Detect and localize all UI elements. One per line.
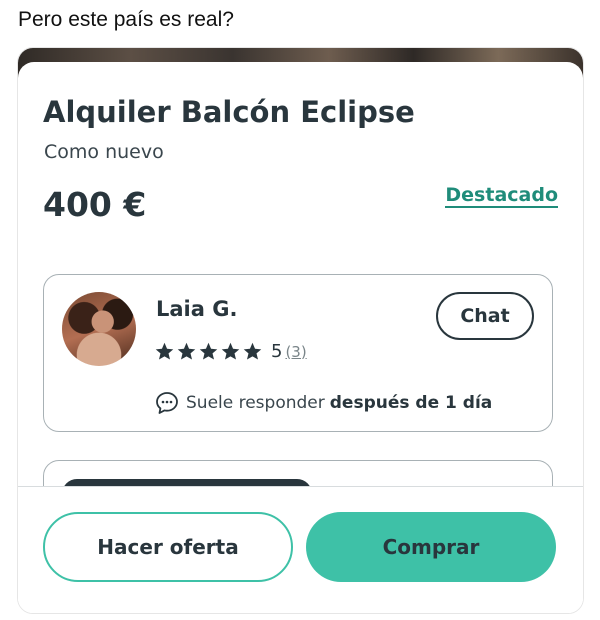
- rating-count-link[interactable]: (3): [285, 343, 306, 361]
- seller-name[interactable]: Laia G.: [156, 297, 237, 321]
- app-screenshot: Alquiler Balcón Eclipse Como nuevo 400 €…: [17, 47, 584, 614]
- response-time-value: después de 1 día: [329, 393, 493, 413]
- listing-condition: Como nuevo: [44, 141, 164, 163]
- star-icon: [243, 342, 262, 360]
- response-prefix: Suele responder: [186, 393, 325, 413]
- featured-link[interactable]: Destacado: [445, 184, 558, 208]
- star-icon: [199, 342, 218, 360]
- response-time: Suele responder después de 1 día: [154, 390, 492, 416]
- rating-stars: [154, 341, 263, 362]
- star-icon: [177, 342, 196, 360]
- star-icon: [155, 342, 174, 360]
- post-caption: Pero este país es real?: [18, 8, 234, 31]
- seller-card[interactable]: Laia G. 5 (3) Chat Suele responder despu…: [43, 274, 553, 432]
- make-offer-button[interactable]: Hacer oferta: [43, 512, 293, 582]
- star-icon: [221, 342, 240, 360]
- rating-value: 5: [271, 341, 283, 362]
- seller-avatar[interactable]: [62, 292, 136, 366]
- listing-price: 400 €: [43, 185, 147, 224]
- action-bar: Hacer oferta Comprar: [18, 486, 583, 613]
- seller-rating[interactable]: 5 (3): [154, 341, 307, 362]
- chat-button[interactable]: Chat: [436, 292, 534, 340]
- chat-bubble-icon: [156, 392, 178, 414]
- buy-button[interactable]: Comprar: [306, 512, 556, 582]
- listing-title: Alquiler Balcón Eclipse: [43, 95, 415, 129]
